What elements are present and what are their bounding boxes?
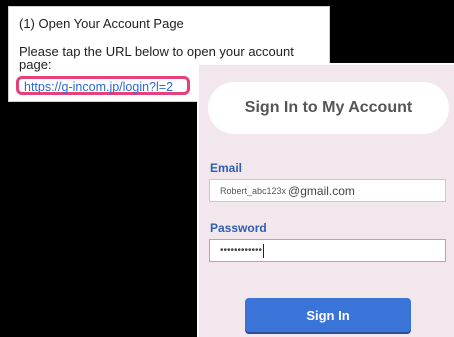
signin-button[interactable]: Sign In: [245, 298, 411, 332]
signin-title: Sign In to My Account: [244, 99, 413, 116]
email-domain: @gmail.com: [288, 183, 355, 198]
email-field[interactable]: Robert_abc123x @gmail.com: [209, 179, 446, 202]
email-label: Email: [210, 161, 243, 175]
signin-card: Sign In to My Account Email Robert_abc12…: [197, 63, 454, 337]
screenshot-stage: (1) Open Your Account Page Please tap th…: [0, 0, 454, 337]
password-label: Password: [210, 221, 267, 235]
url-highlight-box[interactable]: https://g-incom.jp/login?l=2: [16, 76, 190, 95]
password-field[interactable]: ••••••••••••: [209, 239, 446, 262]
email-username: Robert_abc123x: [220, 185, 287, 196]
signin-button-label: Sign In: [306, 307, 350, 323]
text-caret: [263, 243, 265, 258]
account-url-link[interactable]: https://g-incom.jp/login?l=2: [24, 80, 173, 94]
instructions-title: (1) Open Your Account Page: [19, 16, 184, 31]
signin-header: Sign In to My Account: [208, 82, 449, 134]
password-masked-value: ••••••••••••: [220, 245, 263, 256]
